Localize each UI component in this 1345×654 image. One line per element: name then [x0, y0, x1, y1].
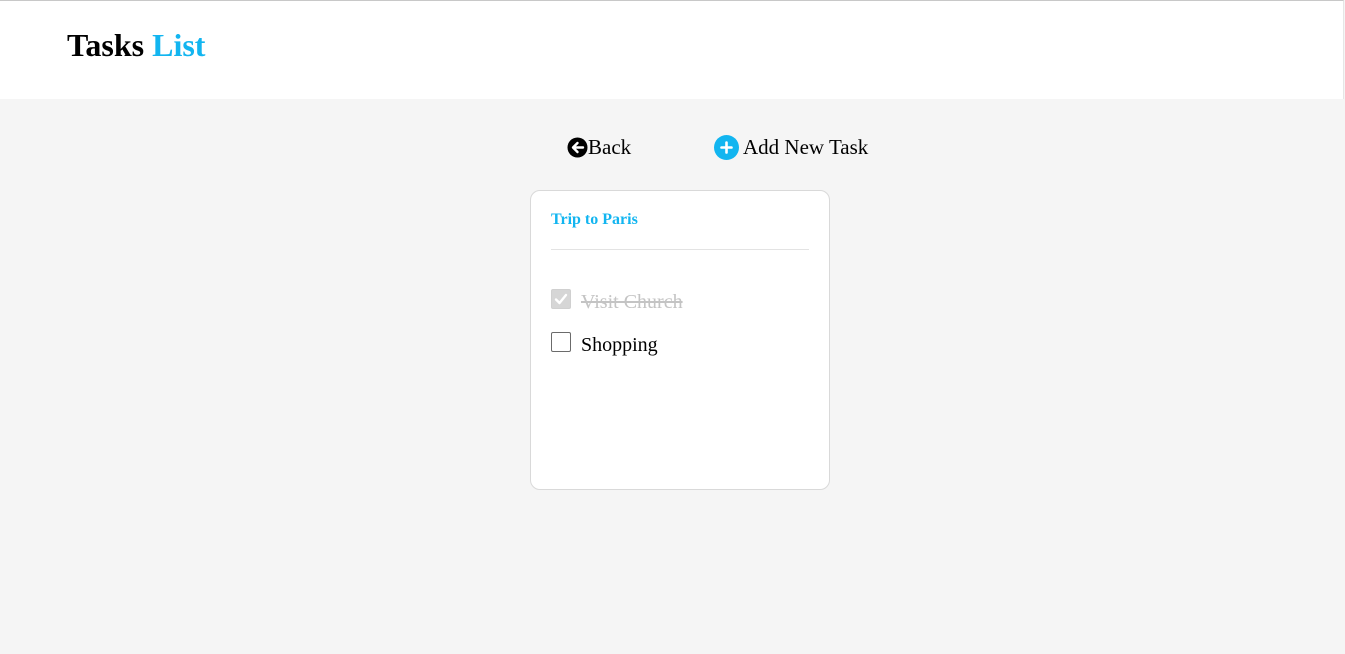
back-button[interactable]: Back — [567, 134, 631, 160]
back-label: Back — [588, 135, 632, 159]
plus-circle-icon — [714, 134, 739, 160]
task-item: Shopping — [551, 329, 658, 356]
page-title: Tasks List — [67, 26, 205, 64]
card-title: Trip to Paris — [551, 211, 638, 228]
task-label: Visit Church — [581, 291, 683, 313]
card-divider — [551, 249, 809, 250]
app-header: Tasks List — [0, 0, 1344, 99]
task-checkbox[interactable] — [551, 332, 571, 352]
task-label: Shopping — [581, 334, 658, 356]
page-title-accent: List — [152, 27, 206, 63]
task-item: Visit Church — [551, 286, 683, 313]
task-list-card: Trip to Paris Visit Church Shopping — [530, 190, 830, 490]
arrow-left-circle-icon — [567, 137, 588, 158]
add-new-task-label: Add New Task — [743, 135, 869, 159]
add-new-task-button[interactable]: Add New Task — [714, 134, 868, 160]
page-title-main: Tasks — [67, 27, 145, 63]
task-checkbox-checked[interactable] — [551, 289, 571, 309]
checkmark-icon — [554, 293, 568, 305]
